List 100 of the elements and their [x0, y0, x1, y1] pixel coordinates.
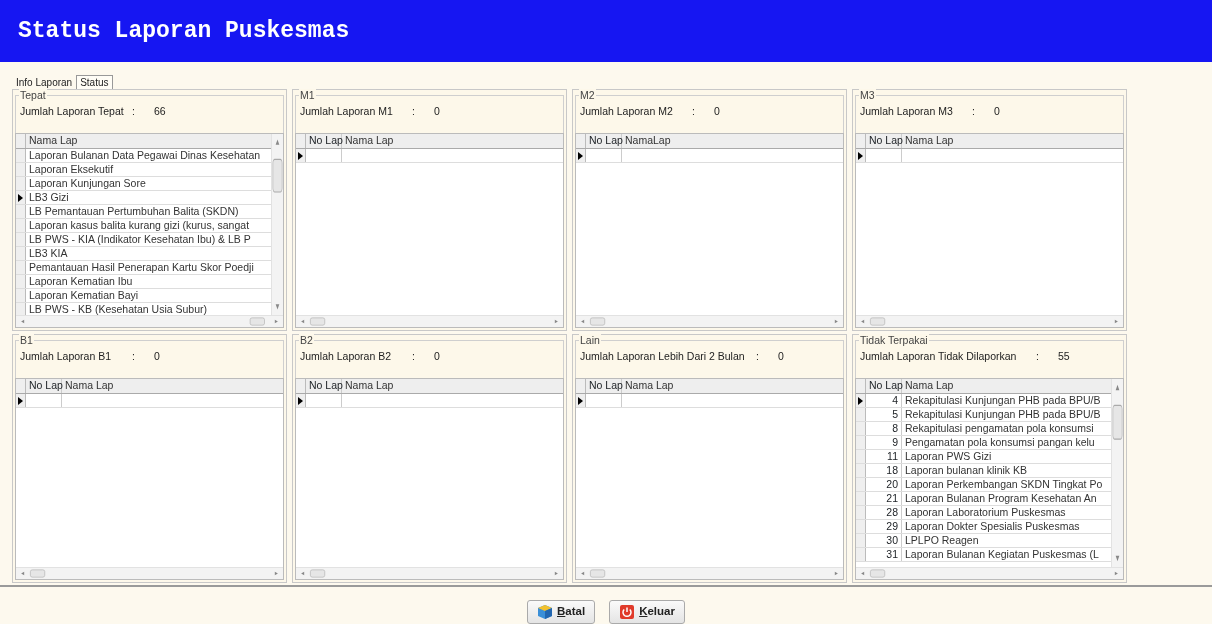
table-cell-text: LB PWS - KIA (Indikator Kesehatan Ibu) & LB P [28, 233, 252, 246]
table-cell-text: Rekapitulasi Kunjungan PHB pada BPU/B [904, 394, 1102, 407]
table-cell: 18 [866, 464, 902, 477]
row-header[interactable] [296, 394, 306, 407]
column-header[interactable]: No Lap [306, 134, 342, 148]
column-header[interactable]: Nama Lap [902, 379, 1111, 393]
table-cell-text: LB3 KIA [28, 247, 69, 260]
table-cell-text: Laporan Kematian Ibu [28, 275, 134, 288]
table-cell: 28 [866, 506, 902, 519]
table-cell-text: LB Pemantauan Pertumbuhan Balita (SKDN) [28, 205, 240, 218]
count-label: Jumlah Laporan M2 [580, 104, 674, 119]
table-cell-text: LPLPO Reagen [904, 534, 980, 547]
count-separator: : [132, 104, 136, 119]
column-header[interactable]: Nama Lap [342, 134, 563, 148]
count-separator: : [412, 104, 416, 119]
count-value: 0 [778, 349, 784, 364]
group-legend: Lain [579, 334, 601, 346]
count-value: 0 [434, 104, 440, 119]
horizontal-scrollbar[interactable] [16, 567, 283, 579]
row-pointer-icon [578, 396, 583, 405]
exit-button[interactable]: Keluar [609, 600, 685, 624]
table-cell-text: Laporan PWS Gizi [904, 450, 993, 463]
table-cell-text: Laporan Laboratorium Puskesmas [904, 506, 1067, 519]
table-cell-text: LB3 Gizi [28, 191, 70, 204]
table-cell-text: Laporan kasus balita kurang gizi (kurus, sangat [28, 219, 251, 232]
table-cell-text: Pemantauan Hasil Penerapan Kartu Skor Poedji [28, 261, 255, 274]
row-header[interactable] [576, 394, 586, 407]
tab[interactable]: Status [76, 75, 113, 89]
table-cell: 29 [866, 520, 902, 533]
horizontal-scrollbar[interactable] [856, 315, 1123, 327]
count-label: Jumlah Laporan M3 [860, 104, 954, 119]
cube-icon [537, 604, 553, 620]
group-legend: M2 [579, 89, 596, 101]
table-cell: 20 [866, 478, 902, 491]
table-cell-text: Laporan Eksekutif [28, 163, 115, 176]
horizontal-scrollbar[interactable] [296, 567, 563, 579]
row-pointer-icon [18, 396, 23, 405]
horizontal-scrollbar[interactable] [576, 315, 843, 327]
count-label: Jumlah Laporan M1 [300, 104, 394, 119]
group-legend: M3 [859, 89, 876, 101]
count-label: Jumlah Laporan Lebih Dari 2 Bulan [580, 349, 746, 364]
horizontal-scrollbar[interactable] [296, 315, 563, 327]
row-pointer-icon [578, 151, 583, 160]
count-value: 66 [154, 104, 166, 119]
count-separator: : [972, 104, 976, 119]
table-cell: 30 [866, 534, 902, 547]
group-legend: B2 [299, 334, 314, 346]
count-label: Jumlah Laporan B2 [300, 349, 393, 364]
column-header[interactable]: Nama Lap [342, 379, 563, 393]
count-separator: : [132, 349, 136, 364]
column-header[interactable]: Nama Lap [622, 379, 843, 393]
horizontal-scrollbar[interactable] [576, 567, 843, 579]
row-header[interactable] [856, 149, 866, 162]
count-separator: : [692, 104, 696, 119]
column-header[interactable]: NamaLap [622, 134, 843, 148]
column-header[interactable]: No Lap [586, 379, 622, 393]
table-cell-text: Laporan Kunjungan Sore [28, 177, 147, 190]
column-header[interactable]: Nama Lap [62, 379, 283, 393]
count-value: 0 [434, 349, 440, 364]
group-legend: Tidak Terpakai [859, 334, 929, 346]
column-header[interactable]: No Lap [866, 379, 902, 393]
table-cell: 4 [866, 394, 902, 407]
vertical-scrollbar[interactable] [1111, 379, 1123, 567]
count-label: Jumlah Laporan Tepat [20, 104, 125, 119]
row-header[interactable] [296, 149, 306, 162]
horizontal-scrollbar[interactable] [16, 315, 283, 327]
row-header[interactable] [576, 149, 586, 162]
table-cell: 8 [866, 422, 902, 435]
row-pointer-icon [298, 396, 303, 405]
window-title: Status Laporan Puskesmas [18, 16, 350, 46]
vertical-scrollbar[interactable] [271, 134, 283, 315]
table-cell-text: LB PWS - KB (Kesehatan Usia Subur) [28, 303, 208, 316]
table-cell-text: Laporan Bulanan Program Kesehatan An [904, 492, 1098, 505]
horizontal-scrollbar[interactable] [856, 567, 1123, 579]
table-cell: 9 [866, 436, 902, 449]
column-header[interactable]: Nama Lap [902, 134, 1123, 148]
table-cell-text: Pengamatan pola konsumsi pangan kelu [904, 436, 1096, 449]
table-cell-text: Laporan bulanan klinik KB [904, 464, 1028, 477]
row-header[interactable] [856, 394, 866, 407]
count-value: 0 [714, 104, 720, 119]
column-header[interactable]: No Lap [866, 134, 902, 148]
cancel-button[interactable]: Batal [527, 600, 596, 624]
table-cell: 5 [866, 408, 902, 421]
column-header[interactable]: No Lap [586, 134, 622, 148]
group-legend: B1 [19, 334, 34, 346]
count-separator: : [1036, 349, 1040, 364]
count-separator: : [412, 349, 416, 364]
row-pointer-icon [298, 151, 303, 160]
count-value: 55 [1058, 349, 1070, 364]
column-header[interactable]: No Lap [306, 379, 342, 393]
column-header[interactable]: No Lap [26, 379, 62, 393]
table-cell-text: Laporan Bulanan Data Pegawai Dinas Kesehatan [28, 149, 262, 162]
count-value: 0 [154, 349, 160, 364]
tab[interactable]: Info Laporan [12, 76, 77, 89]
table-cell: 21 [866, 492, 902, 505]
row-pointer-icon [858, 151, 863, 160]
table-cell-text: Laporan Kematian Bayi [28, 289, 140, 302]
row-header[interactable] [16, 394, 26, 407]
row-header[interactable] [16, 191, 26, 204]
power-icon [619, 604, 636, 620]
